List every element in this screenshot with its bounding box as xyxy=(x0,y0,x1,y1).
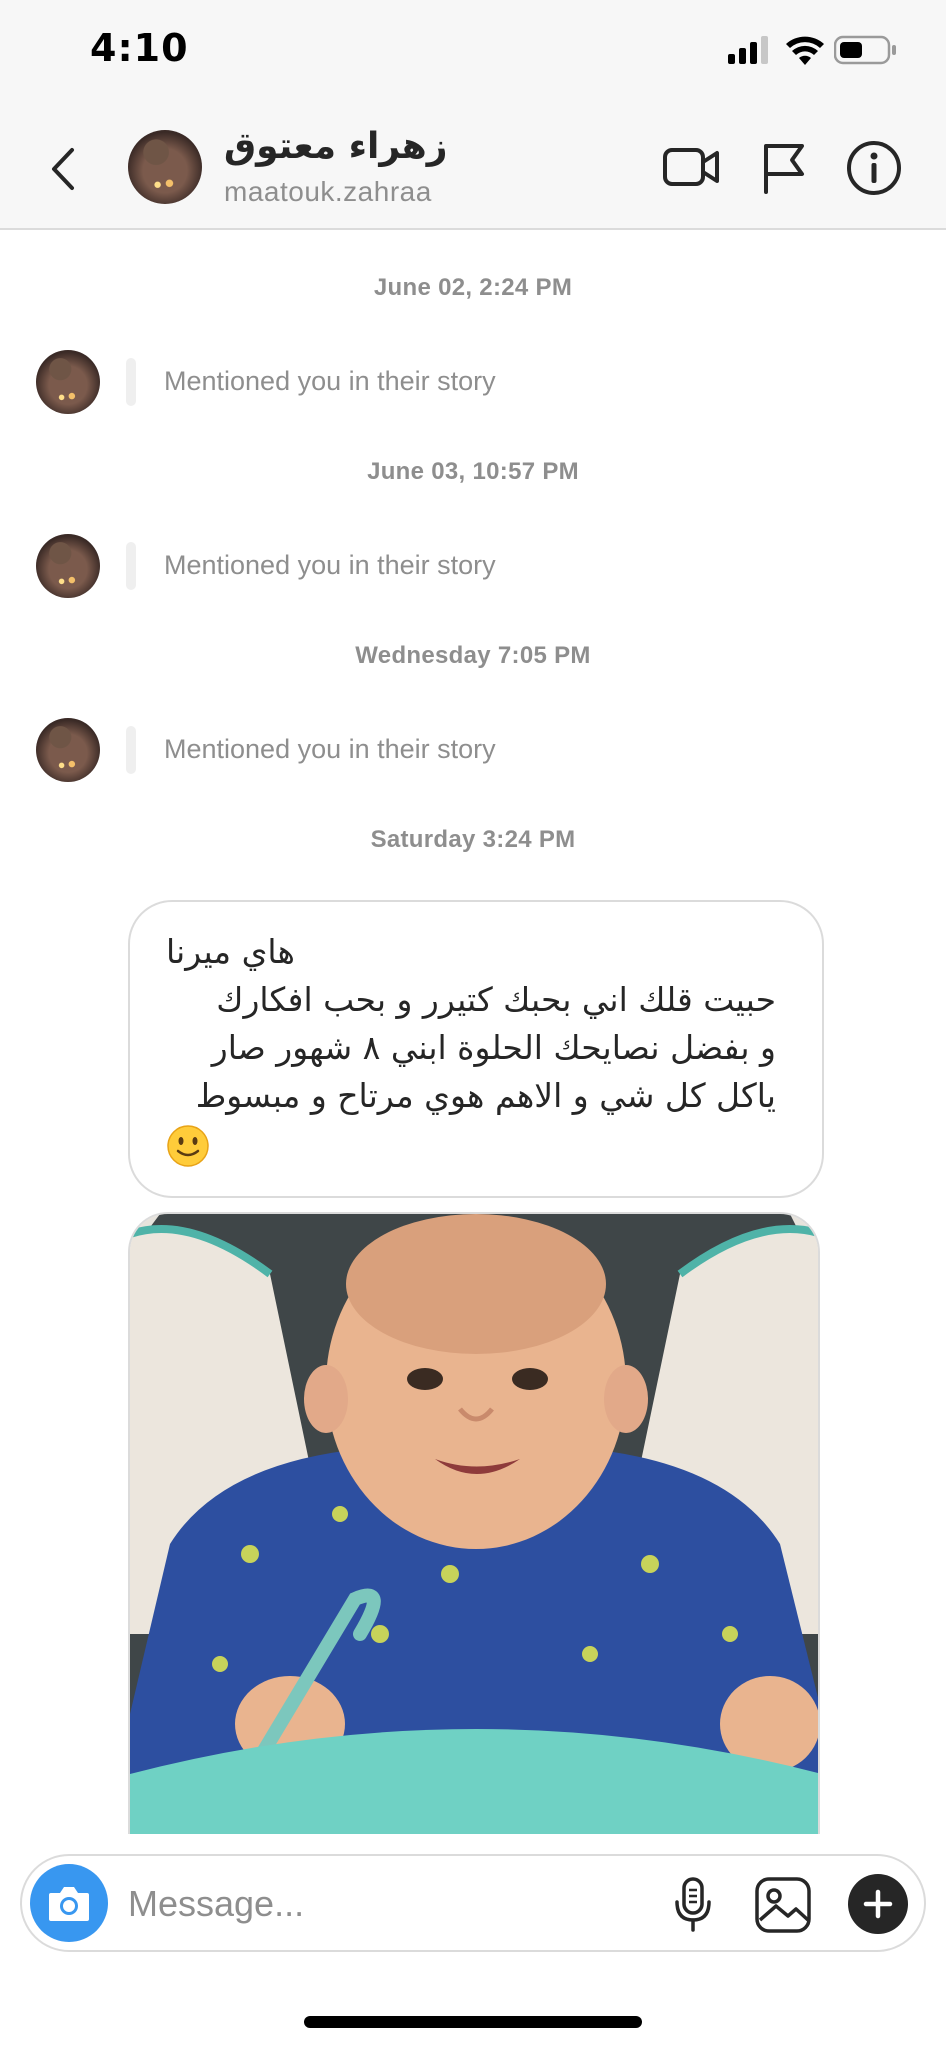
message-timestamp: June 03, 10:57 PM xyxy=(367,458,579,485)
story-mention-row[interactable]: Mentioned you in their story xyxy=(0,350,946,416)
message-line: حبيت قلك اني بحبك كتيرر و بحب افكارك xyxy=(216,980,776,1019)
photo-message[interactable] xyxy=(128,1212,820,1834)
story-mention-text: Mentioned you in their story xyxy=(164,734,496,764)
message-timestamp: Saturday 3:24 PM xyxy=(370,826,576,853)
plus-icon xyxy=(863,1889,893,1919)
story-mention-row[interactable]: Mentioned you in their story xyxy=(0,534,946,600)
flag-icon[interactable] xyxy=(760,140,806,194)
message-composer xyxy=(20,1854,926,1952)
message-line: و بفضل نصايحك الحلوة ابني ٨ شهور صار xyxy=(211,1028,776,1067)
message-input[interactable] xyxy=(128,1876,648,1932)
message-timestamp: June 02, 2:24 PM xyxy=(373,274,573,301)
avatar[interactable] xyxy=(128,130,202,204)
message-line: ياكل كل شي و الاهم هوي مرتاح و مبسوط xyxy=(195,1076,776,1115)
gallery-icon[interactable] xyxy=(754,1876,812,1934)
baby-photo xyxy=(130,1214,818,1834)
camera-button[interactable] xyxy=(30,1864,108,1942)
cellular-signal-icon xyxy=(728,36,768,64)
video-call-icon[interactable] xyxy=(662,144,720,190)
wifi-icon xyxy=(786,36,824,65)
message-bubble[interactable]: هاي ميرنا حبيت قلك اني بحبك كتيرر و بحب … xyxy=(128,900,824,1198)
camera-icon xyxy=(49,1887,89,1921)
more-options-button[interactable] xyxy=(848,1874,908,1934)
info-icon[interactable] xyxy=(846,140,902,196)
microphone-icon[interactable] xyxy=(672,1876,714,1934)
message-timestamp: Wednesday 7:05 PM xyxy=(355,642,591,669)
avatar[interactable] xyxy=(36,350,100,414)
story-mention-bar xyxy=(126,542,136,590)
story-mention-bar xyxy=(126,726,136,774)
story-mention-row[interactable]: Mentioned you in their story xyxy=(0,718,946,784)
dm-thread-screen: 4:10 زهراء معتوق maatouk.zahraa June 02,… xyxy=(0,0,946,2048)
story-mention-bar xyxy=(126,358,136,406)
story-mention-text: Mentioned you in their story xyxy=(164,550,496,580)
message-line: هاي ميرنا xyxy=(166,932,295,971)
battery-icon xyxy=(834,35,896,65)
avatar[interactable] xyxy=(36,534,100,598)
contact-name[interactable]: زهراء معتوق xyxy=(224,126,447,167)
chevron-left-icon[interactable] xyxy=(44,142,84,196)
smiley-emoji-icon xyxy=(167,1125,209,1167)
status-time: 4:10 xyxy=(90,26,189,70)
chat-header: زهراء معتوق maatouk.zahraa xyxy=(0,108,946,230)
contact-username[interactable]: maatouk.zahraa xyxy=(224,176,432,208)
status-bar: 4:10 xyxy=(0,0,946,108)
avatar[interactable] xyxy=(36,718,100,782)
home-indicator[interactable] xyxy=(304,2016,642,2028)
story-mention-text: Mentioned you in their story xyxy=(164,366,496,396)
